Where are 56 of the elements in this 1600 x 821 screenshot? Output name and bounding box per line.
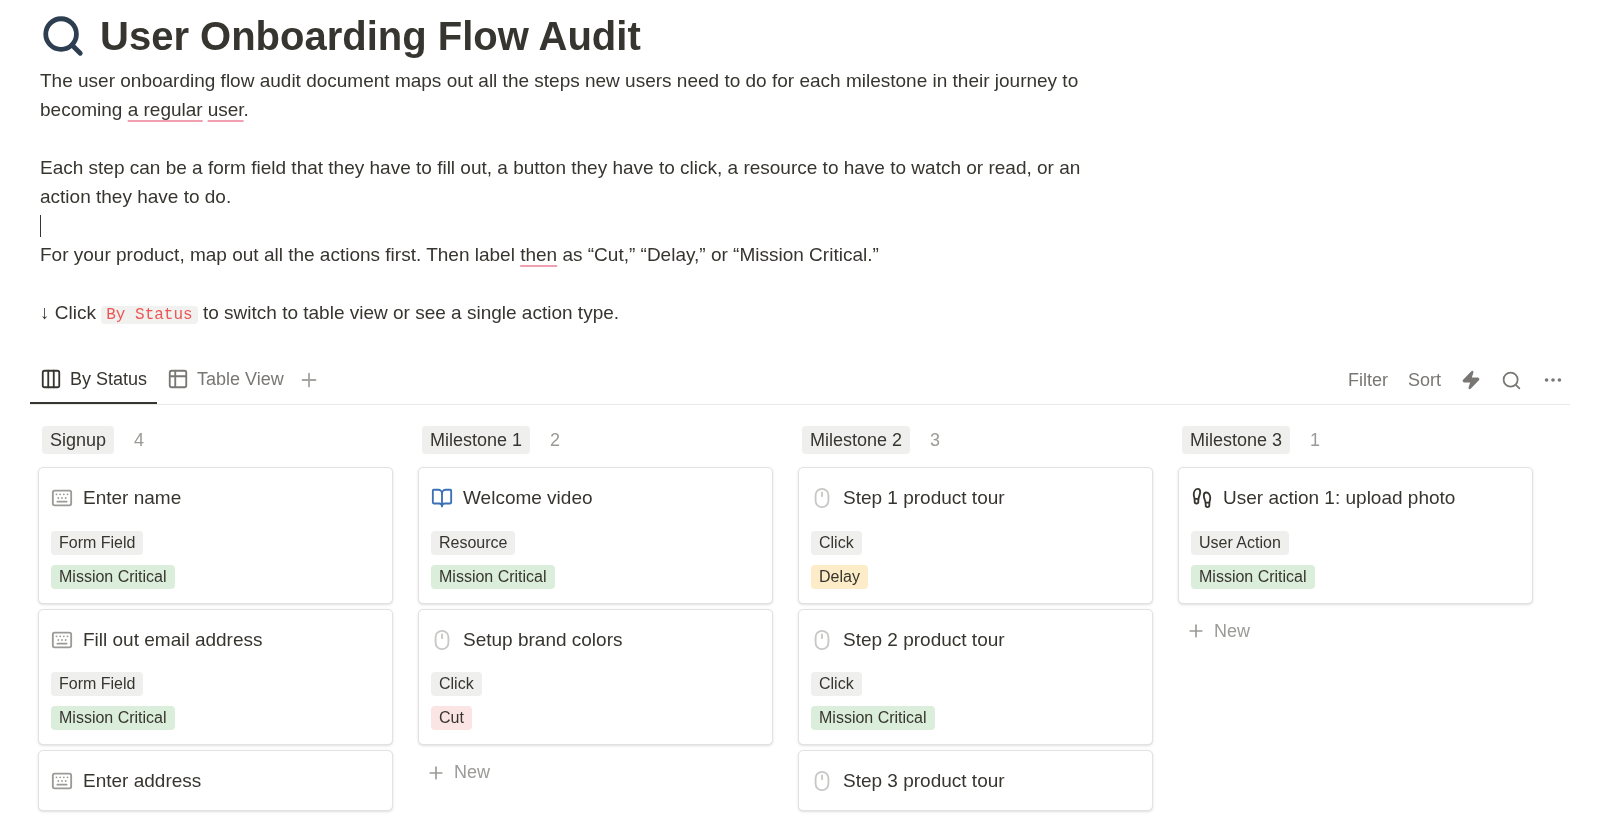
board-card[interactable]: Fill out email address Form Field Mission Critical	[38, 608, 393, 745]
toolbar-button[interactable]: Sort	[1408, 366, 1441, 394]
column-count: 2	[550, 428, 561, 452]
card-title: User action 1: upload photo	[1223, 486, 1456, 510]
board-card[interactable]: Step 2 product tour Click Mission Critical	[798, 608, 1153, 745]
column-header: Milestone 1	[422, 426, 531, 454]
type-tag: User Action	[1191, 530, 1289, 555]
board-card[interactable]: Step 1 product tour Click Delay	[798, 467, 1153, 604]
board-card[interactable]: Setup brand colors Click Cut	[418, 608, 773, 745]
card-title: Step 2 product tour	[843, 627, 1005, 652]
magnifying-glass-icon	[40, 13, 86, 59]
board-card[interactable]: Enter address	[38, 750, 393, 811]
search-icon[interactable]	[1501, 369, 1522, 391]
paragraph: The user onboarding flow audit document maps out all the steps new users need to do for each milestone in their journey to becoming a regular user.	[40, 69, 1080, 122]
board-card[interactable]: User action 1: upload photo User Action Mission Critical	[1178, 467, 1533, 604]
view-tab[interactable]: Table View	[157, 356, 294, 404]
status-tag: Mission Critical	[431, 564, 555, 589]
table-icon	[167, 368, 190, 390]
footprints-icon	[1191, 487, 1213, 510]
status-tag: Mission Critical	[1191, 564, 1315, 589]
card-title: Step 1 product tour	[843, 486, 1005, 510]
paragraph: For your product, map out all the actions first. Then label then as “Cut,” “Delay,” or “Mission Critical.”	[40, 243, 880, 267]
lightning-icon[interactable]	[1461, 370, 1481, 390]
card-title: Setup brand colors	[463, 627, 623, 652]
board-card[interactable]: Step 3 product tour	[798, 750, 1153, 811]
board-card[interactable]: Welcome video Resource Mission Critical	[418, 467, 773, 604]
card-title: Enter address	[83, 769, 202, 793]
card-title: Enter name	[83, 486, 182, 510]
paragraph: ↓ Click By Status to switch to table view or see a single action type.	[40, 301, 621, 326]
column-header: Signup	[42, 426, 115, 454]
column-header: Milestone 2	[802, 426, 911, 454]
board-icon	[40, 368, 62, 390]
status-tag: Mission Critical	[811, 706, 935, 730]
column-count: 1	[1310, 428, 1321, 452]
status-tag: Mission Critical	[51, 706, 175, 730]
type-tag: Resource	[431, 530, 516, 555]
type-tag: Click	[431, 672, 482, 696]
type-tag: Form Field	[51, 672, 144, 696]
status-tag: Delay	[811, 564, 868, 589]
board-card[interactable]: Enter name Form Field Mission Critical	[38, 467, 393, 604]
type-tag: Form Field	[51, 530, 144, 555]
card-title: Step 3 product tour	[843, 769, 1005, 793]
column-header: Milestone 3	[1182, 426, 1291, 454]
card-title: Fill out email address	[83, 627, 263, 652]
paragraph: Each step can be a form field that they have to fill out, a button they have to click, a resource to have to watch or read, or an action they have to do.	[40, 156, 1082, 209]
page-title: User Onboarding Flow Audit	[100, 13, 641, 60]
column-count: 4	[134, 428, 145, 452]
column-count: 3	[930, 428, 941, 452]
card-title: Welcome video	[463, 486, 593, 510]
toolbar-button[interactable]: Filter	[1348, 366, 1388, 394]
book-icon	[431, 487, 453, 510]
type-tag: Click	[811, 530, 862, 555]
status-tag: Mission Critical	[51, 564, 175, 589]
status-tag: Cut	[431, 706, 472, 730]
view-tab[interactable]: By Status	[30, 356, 158, 404]
type-tag: Click	[811, 672, 862, 696]
